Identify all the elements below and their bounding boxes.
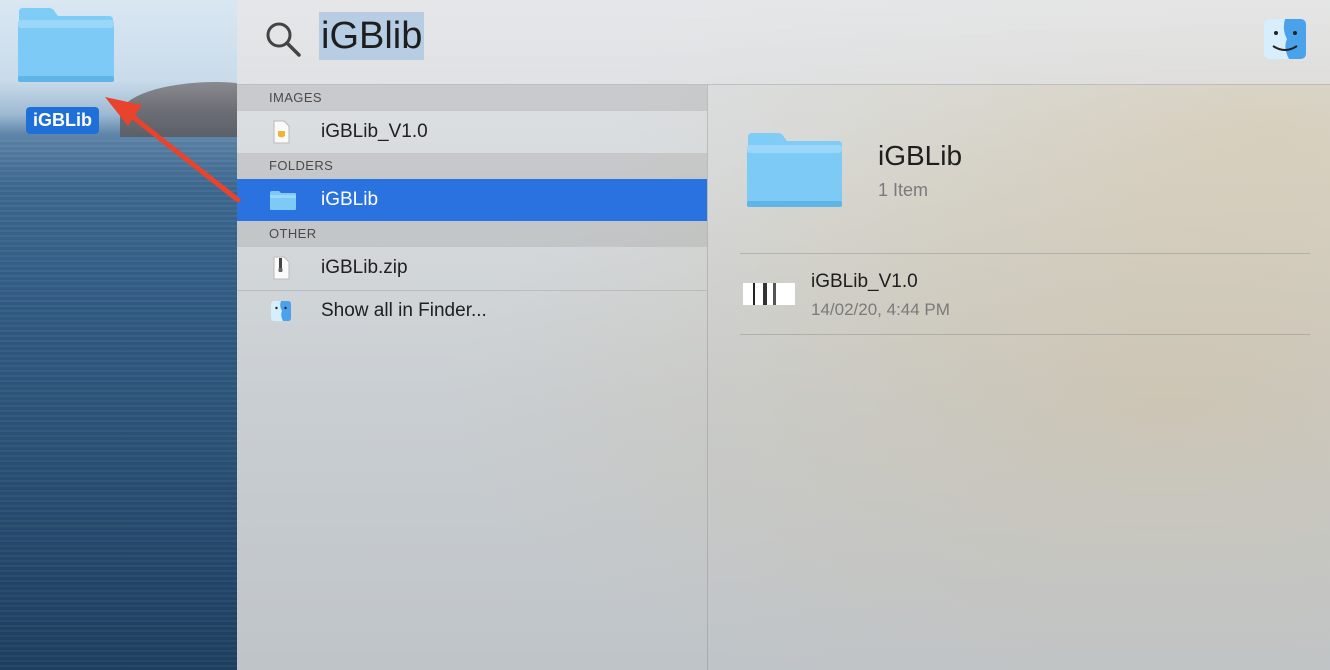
result-item-folder[interactable]: iGBLib <box>237 179 707 221</box>
folder-icon <box>270 191 296 210</box>
folder-icon <box>747 133 842 207</box>
section-header-folders: FOLDERS <box>237 153 707 179</box>
image-file-icon <box>273 120 290 144</box>
search-icon <box>266 22 301 57</box>
zip-file-icon <box>273 256 290 280</box>
results-list: IMAGES iGBLib_V1.0 FOLDERS iGBLib OTHER … <box>237 85 708 670</box>
section-header-other: OTHER <box>237 221 707 247</box>
section-header-images: IMAGES <box>237 85 707 111</box>
desktop-folder-icon[interactable] <box>15 4 116 84</box>
result-item-image[interactable]: iGBLib_V1.0 <box>237 111 707 153</box>
result-item-zip[interactable]: iGBLib.zip <box>237 247 707 289</box>
preview-item-date: 14/02/20, 4:44 PM <box>811 300 950 319</box>
desktop: iGBLib <box>0 0 237 670</box>
finder-icon[interactable] <box>1263 18 1307 60</box>
spotlight-panel: iGBlib IMAGES iGBLib_V1.0 FOLDERS iGBLib <box>237 0 1330 670</box>
search-input[interactable]: iGBlib <box>319 12 425 60</box>
preview-divider <box>740 253 1310 254</box>
desktop-wallpaper-hill <box>120 82 237 137</box>
preview-divider <box>740 334 1310 335</box>
preview-pane: iGBLib 1 Item iGBLib_V1.0 14/02/20, 4:44… <box>708 85 1330 670</box>
show-all-in-finder-item[interactable]: Show all in Finder... <box>237 290 707 332</box>
desktop-folder-label[interactable]: iGBLib <box>26 107 99 134</box>
file-thumbnail[interactable] <box>743 283 795 305</box>
finder-icon <box>271 301 291 321</box>
preview-item-count: 1 Item <box>878 180 929 200</box>
desktop-wallpaper-sea <box>0 140 237 670</box>
preview-title: iGBLib <box>878 140 963 171</box>
result-item-label: iGBLib_V1.0 <box>321 121 428 142</box>
result-item-label: iGBLib <box>321 189 379 210</box>
preview-item-name[interactable]: iGBLib_V1.0 <box>811 271 918 293</box>
spotlight-search-bar: iGBlib <box>237 0 1330 85</box>
result-item-label: Show all in Finder... <box>321 300 487 321</box>
result-item-label: iGBLib.zip <box>321 257 408 278</box>
